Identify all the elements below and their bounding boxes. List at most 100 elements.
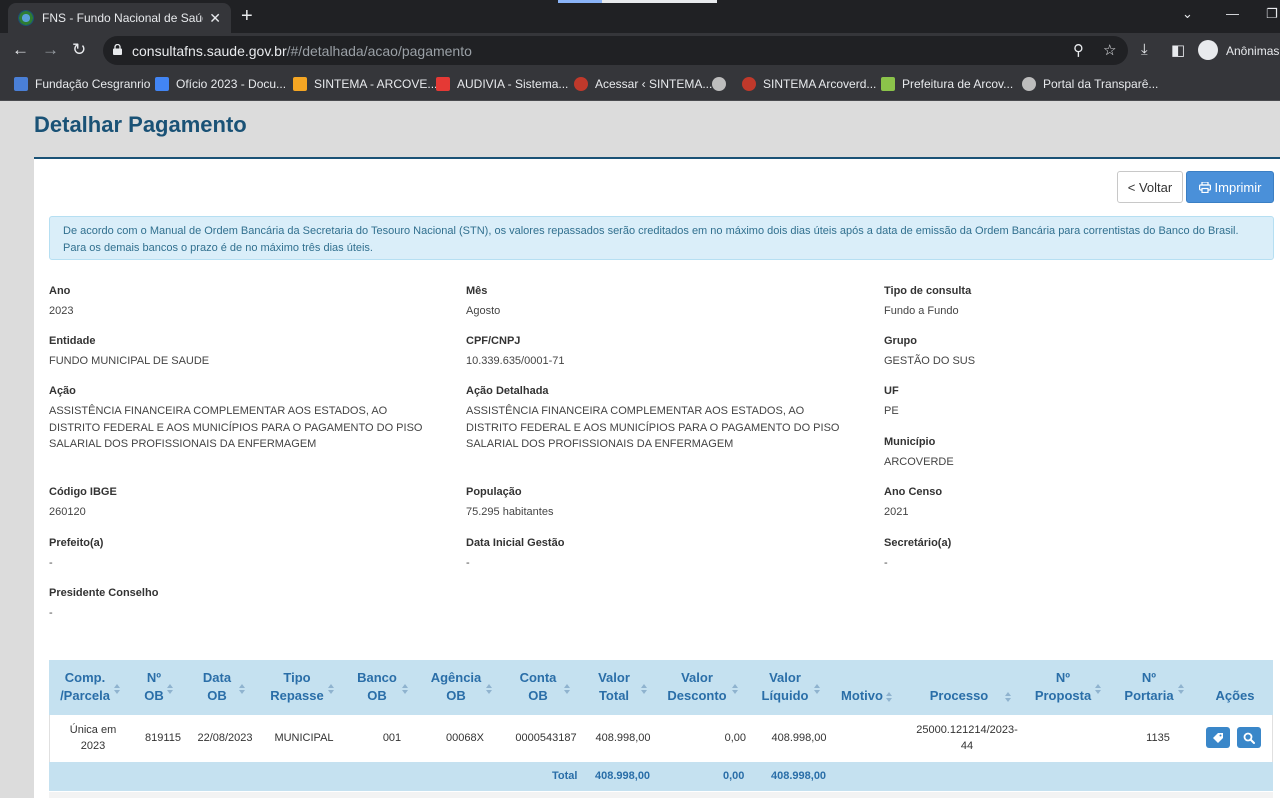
location-pin-icon[interactable]: ⚲ xyxy=(1073,41,1084,59)
bookmark-sintema-arcoverde[interactable]: SINTEMA - ARCOVE... xyxy=(293,77,437,91)
th-processo[interactable]: Processo xyxy=(924,687,994,705)
bookmark-audivia[interactable]: AUDIVIA - Sistema... xyxy=(436,77,568,91)
imprimir-button[interactable]: Imprimir xyxy=(1186,171,1274,203)
presidente-conselho-value: - xyxy=(49,607,53,619)
ano-censo-value: 2021 xyxy=(884,506,909,518)
profile-label[interactable]: Anônimas ( xyxy=(1226,44,1280,58)
cell-line: 25000.121214/2023- xyxy=(916,724,1018,736)
tag-action-button[interactable] xyxy=(1206,727,1230,748)
bookmark-prefeitura-arcoverde[interactable]: Prefeitura de Arcov... xyxy=(881,77,1013,91)
globe-icon xyxy=(712,77,726,91)
side-panel-icon[interactable]: ◧ xyxy=(1171,41,1185,59)
acao-detalhada-value: ASSISTÊNCIA FINANCEIRA COMPLEMENTAR AOS … xyxy=(466,405,840,450)
bookmark-fundacao-cesgranrio[interactable]: Fundação Cesgranrio xyxy=(14,77,150,91)
prefeitura-icon xyxy=(881,77,895,91)
sort-icon[interactable] xyxy=(1178,684,1184,694)
back-arrow-icon[interactable]: ← xyxy=(12,40,29,60)
th-motivo[interactable]: Motivo xyxy=(838,687,886,705)
docs-icon xyxy=(155,77,169,91)
sort-icon[interactable] xyxy=(814,684,820,694)
th-comp-parcela[interactable]: Comp. /Parcela xyxy=(57,669,113,705)
mes-label: Mês xyxy=(466,285,488,297)
total-label: Total xyxy=(552,770,578,782)
address-bar[interactable]: consultafns.saude.gov.br/#/detalhada/aca… xyxy=(103,36,1128,65)
sort-icon[interactable] xyxy=(1005,692,1011,702)
sort-icon[interactable] xyxy=(486,684,492,694)
tipo-consulta-label: Tipo de consulta xyxy=(884,285,972,297)
forward-arrow-icon[interactable]: → xyxy=(42,40,59,60)
sort-icon[interactable] xyxy=(564,684,570,694)
th-line: Total xyxy=(598,688,630,703)
tab-search-chevron-down-icon[interactable]: ⌄ xyxy=(1182,6,1193,22)
tab-strip-accent xyxy=(558,0,602,3)
populacao-label: População xyxy=(466,486,522,498)
th-line: Desconto xyxy=(667,688,727,703)
browser-tab-active[interactable]: FNS - Fundo Nacional de Saúde ✕ xyxy=(8,3,231,33)
new-tab-icon[interactable]: + xyxy=(241,5,253,28)
th-agencia-ob[interactable]: Agência OB xyxy=(428,669,484,705)
sort-icon[interactable] xyxy=(641,684,647,694)
acao-label: Ação xyxy=(49,385,76,397)
bookmarks-bar: Fundação Cesgranrio Ofício 2023 - Docu..… xyxy=(0,68,1280,101)
secretario-label: Secretário(a) xyxy=(884,537,952,549)
th-line: Nº xyxy=(1141,670,1157,685)
codigo-ibge-label: Código IBGE xyxy=(49,486,117,498)
bookmark-oficio-2023[interactable]: Ofício 2023 - Docu... xyxy=(155,77,286,91)
cell-comp-parcela: Única em 2023 xyxy=(58,722,128,754)
sintema-red-icon xyxy=(574,77,588,91)
sort-icon[interactable] xyxy=(732,684,738,694)
printer-icon xyxy=(1198,181,1211,193)
voltar-button[interactable]: < Voltar xyxy=(1117,171,1183,203)
download-icon[interactable]: ⤓ xyxy=(1141,41,1148,58)
th-line: OB xyxy=(207,688,227,703)
th-valor-desconto[interactable]: Valor Desconto xyxy=(664,669,730,705)
th-line: Valor xyxy=(681,670,713,685)
th-n-portaria[interactable]: Nº Portaria xyxy=(1122,669,1176,705)
sort-icon[interactable] xyxy=(114,684,120,694)
restore-window-icon[interactable]: ❐ xyxy=(1266,6,1278,22)
minimize-icon[interactable]: — xyxy=(1226,6,1239,21)
cpf-cnpj-value: 10.339.635/0001-71 xyxy=(466,355,565,367)
alert-line-1: De acordo com o Manual de Ordem Bancária… xyxy=(63,225,1239,237)
sort-icon[interactable] xyxy=(886,692,892,702)
bookmark-label: Ofício 2023 - Docu... xyxy=(176,77,287,91)
bookmark-label: Portal da Transparê... xyxy=(1043,77,1159,91)
th-tipo-repasse[interactable]: Tipo Repasse xyxy=(266,669,328,705)
incognito-icon[interactable] xyxy=(1198,40,1218,60)
bookmark-globe[interactable] xyxy=(712,77,733,91)
th-valor-total[interactable]: Valor Total xyxy=(592,669,636,705)
th-data-ob[interactable]: Data OB xyxy=(195,669,239,705)
bookmark-portal-transparencia[interactable]: Portal da Transparê... xyxy=(1022,77,1158,91)
th-line: Conta xyxy=(519,670,557,685)
th-line: Proposta xyxy=(1034,688,1092,703)
ano-value: 2023 xyxy=(49,305,74,317)
total-valor-total: 408.998,00 xyxy=(595,770,651,782)
sort-icon[interactable] xyxy=(239,684,245,694)
reload-icon[interactable]: ↻ xyxy=(72,40,86,60)
entidade-value: FUNDO MUNICIPAL DE SAUDE xyxy=(49,355,210,367)
bookmark-sintema-arcoverde-2[interactable]: SINTEMA Arcoverd... xyxy=(742,77,876,91)
th-n-proposta[interactable]: Nº Proposta xyxy=(1032,669,1094,705)
cell-n-ob: 819115 xyxy=(145,732,181,744)
th-line: Tipo xyxy=(283,670,311,685)
sort-icon[interactable] xyxy=(328,684,334,694)
sort-icon[interactable] xyxy=(402,684,408,694)
table-total-row xyxy=(49,762,1273,791)
th-line: /Parcela xyxy=(60,688,110,703)
acao-value: ASSISTÊNCIA FINANCEIRA COMPLEMENTAR AOS … xyxy=(49,405,423,450)
tab-close-icon[interactable]: ✕ xyxy=(209,10,221,27)
th-banco-ob[interactable]: Banco OB xyxy=(354,669,400,705)
globe-icon xyxy=(1022,77,1036,91)
search-action-button[interactable] xyxy=(1237,727,1261,748)
bookmark-acessar-sintema[interactable]: Acessar ‹ SINTEMA... xyxy=(574,77,712,91)
sort-icon[interactable] xyxy=(167,684,173,694)
bookmark-label: Prefeitura de Arcov... xyxy=(902,77,1014,91)
cell-line: Única em xyxy=(69,724,117,736)
sort-icon[interactable] xyxy=(1095,684,1101,694)
th-valor-liquido[interactable]: Valor Líquido xyxy=(758,669,812,705)
cell-valor-desconto: 0,00 xyxy=(724,732,746,744)
ano-censo-label: Ano Censo xyxy=(884,486,943,498)
imprimir-label: Imprimir xyxy=(1214,179,1262,195)
bookmark-star-icon[interactable]: ☆ xyxy=(1103,41,1116,59)
th-conta-ob[interactable]: Conta OB xyxy=(514,669,562,705)
